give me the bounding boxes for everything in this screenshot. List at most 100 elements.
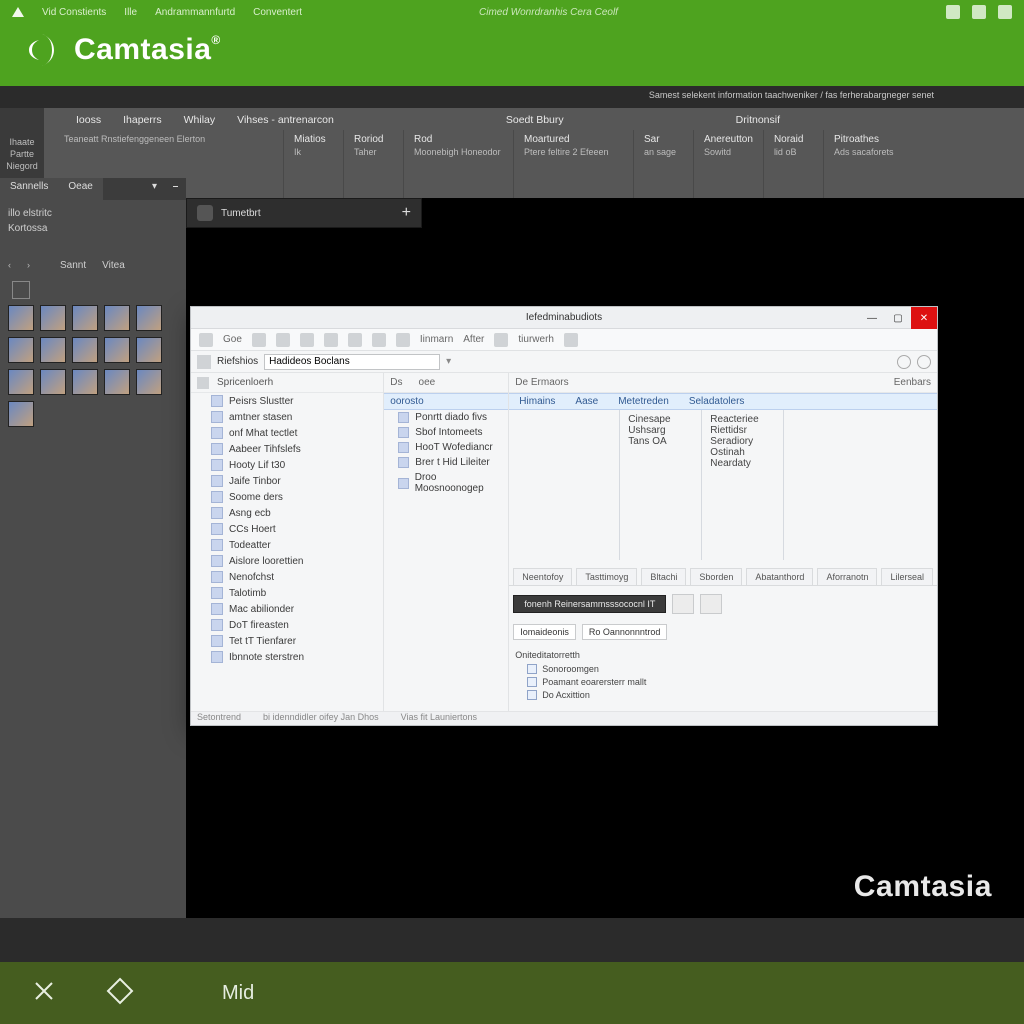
toolbar-item[interactable]: Iinmarn [420, 334, 453, 345]
toolbar-item[interactable]: After [463, 334, 484, 345]
box-button[interactable]: Iomaideonis [513, 624, 576, 640]
thumbnail[interactable] [72, 337, 98, 363]
maximize-button[interactable]: ▢ [885, 307, 911, 329]
toolbar-icon[interactable] [372, 333, 386, 347]
action-label[interactable]: fonenh Reinersammsssococnl IT [513, 595, 666, 613]
lower-tab[interactable]: Sborden [690, 568, 742, 585]
add-tab-icon[interactable]: + [402, 204, 411, 222]
cell[interactable]: Seradiory [710, 436, 775, 447]
header-icon[interactable] [998, 5, 1012, 19]
ribbon-tab[interactable]: Ihaperrs [123, 114, 162, 126]
cell[interactable]: Neardaty [710, 458, 775, 469]
lower-tab[interactable]: Tasttimoyg [576, 568, 637, 585]
right-head[interactable]: Eenbars [894, 377, 931, 388]
media-tab[interactable]: Sannells [0, 178, 58, 200]
file-row[interactable]: DoT fireasten [191, 617, 383, 633]
action-button[interactable] [700, 594, 722, 614]
media-tab-active[interactable]: Oeae [58, 178, 102, 200]
arrow-right-icon[interactable]: › [27, 260, 30, 271]
group-head[interactable]: Moartured [524, 134, 623, 145]
header-icon[interactable] [946, 5, 960, 19]
lower-tab[interactable]: Bltachi [641, 568, 686, 585]
group-head[interactable]: Pitroathes [834, 134, 894, 145]
collapse-icon[interactable]: ⎯ [165, 178, 186, 200]
chevron-down-icon[interactable]: ▾ [446, 356, 451, 367]
file-row[interactable]: Mac abilionder [191, 601, 383, 617]
file-row[interactable]: Aislore loorettien [191, 553, 383, 569]
mid-row[interactable]: Droo Moosnoonogep [384, 470, 508, 496]
mid-row[interactable]: HooT Wofediancr [384, 440, 508, 455]
document-icon[interactable] [12, 281, 30, 299]
group-head[interactable]: Rod [414, 134, 503, 145]
mid-head[interactable]: Ds [390, 377, 402, 388]
header-icon[interactable] [972, 5, 986, 19]
file-row[interactable]: Peisrs Slustter [191, 393, 383, 409]
toolbar-icon[interactable] [396, 333, 410, 347]
ribbon-tab[interactable]: Soedt Bbury [506, 114, 564, 126]
file-row[interactable]: onf Mhat tectlet [191, 425, 383, 441]
minimize-button[interactable]: — [859, 307, 885, 329]
group-head[interactable]: Anereutton [704, 134, 753, 145]
cell[interactable]: Riettidsr [710, 425, 775, 436]
lower-tab[interactable]: Aforranotn [817, 568, 877, 585]
thumbnail[interactable] [8, 369, 34, 395]
option-row[interactable]: Sonoroomgen [527, 664, 931, 674]
box-button[interactable]: Ro Oannonnntrod [582, 624, 668, 640]
col-head[interactable]: Metetreden [608, 394, 679, 409]
thumbnail[interactable] [136, 369, 162, 395]
right-head[interactable]: De Ermaors [515, 377, 568, 388]
close-button[interactable]: ✕ [911, 307, 937, 329]
action-button[interactable] [672, 594, 694, 614]
group-head[interactable]: Noraid [774, 134, 813, 145]
cell[interactable]: Ostinah [710, 447, 775, 458]
file-row[interactable]: Asng ecb [191, 505, 383, 521]
menu-item[interactable]: Conventert [253, 7, 302, 18]
record-icon[interactable] [917, 355, 931, 369]
thumbnail[interactable] [104, 369, 130, 395]
option-row[interactable]: Do Acxittion [527, 690, 931, 700]
thumbnail[interactable] [104, 337, 130, 363]
file-row[interactable]: Todeatter [191, 537, 383, 553]
dialog-titlebar[interactable]: Iefedminabudiots — ▢ ✕ [191, 307, 937, 329]
mid-row[interactable]: Sbof Intomeets [384, 425, 508, 440]
toolbar-icon[interactable] [300, 333, 314, 347]
mid-row[interactable]: Ponrtt diado fivs [384, 410, 508, 425]
ribbon-tab[interactable]: Dritnonsif [736, 114, 780, 126]
checkbox-icon[interactable] [527, 677, 537, 687]
file-row[interactable]: Jaife Tinbor [191, 473, 383, 489]
menu-item[interactable]: Vid Constients [42, 7, 106, 18]
menu-item[interactable]: Andrammannfurtd [155, 7, 235, 18]
ribbon-tab[interactable]: Vihses - antrenarcon [237, 114, 334, 126]
toolbar-icon[interactable] [199, 333, 213, 347]
file-row[interactable]: Nenofchst [191, 569, 383, 585]
file-row[interactable]: Ibnnote sterstren [191, 649, 383, 665]
mid-row[interactable]: Brer t Hid Lileiter [384, 455, 508, 470]
lower-tab[interactable]: Neentofoy [513, 568, 572, 585]
cell[interactable]: Cinesape [628, 414, 693, 425]
toolbar-icon[interactable] [252, 333, 266, 347]
file-row[interactable]: Hooty Lif t30 [191, 457, 383, 473]
file-row[interactable]: CCs Hoert [191, 521, 383, 537]
option-row[interactable]: Poamant eoarersterr mallt [527, 677, 931, 687]
cell[interactable]: Reacteriee [710, 414, 775, 425]
lower-tab[interactable]: Lilerseal [881, 568, 933, 585]
media-filter[interactable]: Sannt [60, 260, 86, 271]
ribbon-tab[interactable]: Iooss [76, 114, 101, 126]
record-icon[interactable] [897, 355, 911, 369]
checkbox-icon[interactable] [527, 664, 537, 674]
thumbnail[interactable] [104, 305, 130, 331]
chevron-icon[interactable]: ▾ [144, 178, 165, 200]
cell[interactable]: Ushsarg [628, 425, 693, 436]
col-head[interactable]: Himains [509, 394, 565, 409]
thumbnail[interactable] [40, 369, 66, 395]
file-row[interactable]: Aabeer Tihfslefs [191, 441, 383, 457]
lower-tab[interactable]: Abatanthord [746, 568, 813, 585]
thumbnail[interactable] [8, 305, 34, 331]
thumbnail[interactable] [136, 337, 162, 363]
checkbox-icon[interactable] [527, 690, 537, 700]
col-head[interactable]: Seladatolers [679, 394, 755, 409]
menu-item[interactable]: Ille [124, 7, 137, 18]
toolbar-icon[interactable] [276, 333, 290, 347]
toolbar-item[interactable]: Goe [223, 334, 242, 345]
arrow-left-icon[interactable]: ‹ [8, 260, 11, 271]
